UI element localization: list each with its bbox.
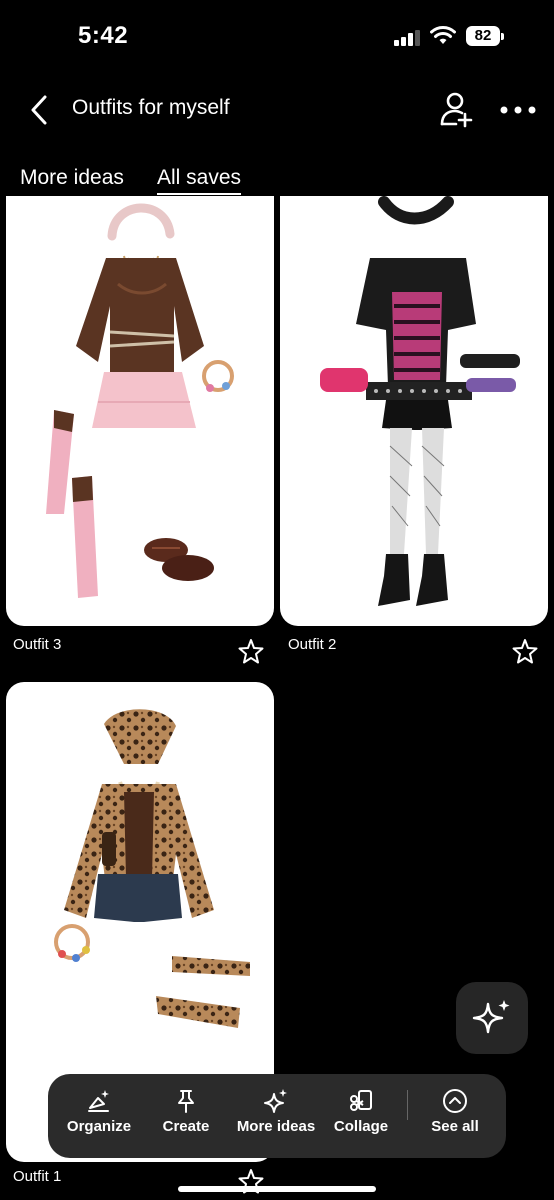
organize-button[interactable]: Organize	[56, 1074, 142, 1158]
sparkle-icon	[472, 1000, 510, 1034]
signal-icon	[394, 30, 420, 46]
status-time: 5:42	[78, 22, 129, 49]
board-title: Outfits for myself	[72, 96, 230, 119]
toolbar-divider	[407, 1090, 408, 1120]
organize-label: Organize	[66, 1118, 132, 1135]
see-all-button[interactable]: See all	[420, 1074, 490, 1158]
pin-image-outfit-3[interactable]	[6, 196, 274, 626]
ellipsis-icon[interactable]	[496, 96, 540, 124]
collage-label: Collage	[333, 1118, 389, 1135]
tab-more-ideas[interactable]: More ideas	[20, 166, 124, 190]
chevron-up-circle-icon	[443, 1089, 467, 1113]
star-icon[interactable]	[512, 638, 538, 664]
board-toolbar: Organize Create More ideas Collage See a…	[48, 1074, 506, 1158]
star-icon[interactable]	[238, 638, 264, 664]
tab-all-saves[interactable]: All saves	[157, 166, 241, 190]
pin-title[interactable]: Outfit 2	[288, 636, 336, 653]
create-button[interactable]: Create	[154, 1074, 218, 1158]
active-tab-indicator	[157, 193, 241, 195]
chevron-left-icon[interactable]	[26, 92, 54, 128]
wifi-icon	[430, 26, 456, 44]
more-ideas-button[interactable]: More ideas	[228, 1074, 324, 1158]
pin-title[interactable]: Outfit 1	[13, 1168, 61, 1185]
scissors-icon	[350, 1090, 372, 1111]
more-ideas-label: More ideas	[236, 1118, 316, 1135]
add-person-icon[interactable]	[436, 92, 476, 128]
create-label: Create	[162, 1118, 210, 1135]
collage-button[interactable]: Collage	[328, 1074, 394, 1158]
pin-image-outfit-2[interactable]	[280, 196, 548, 626]
pin-icon	[178, 1090, 194, 1113]
battery-indicator: 82	[466, 26, 506, 48]
pin-title[interactable]: Outfit 3	[13, 636, 61, 653]
see-all-label: See all	[431, 1118, 479, 1135]
sparkle-button[interactable]	[456, 982, 528, 1054]
sparkle-icon	[264, 1089, 287, 1113]
home-indicator	[178, 1186, 376, 1192]
organize-icon	[88, 1090, 109, 1112]
battery-level: 82	[474, 27, 492, 44]
